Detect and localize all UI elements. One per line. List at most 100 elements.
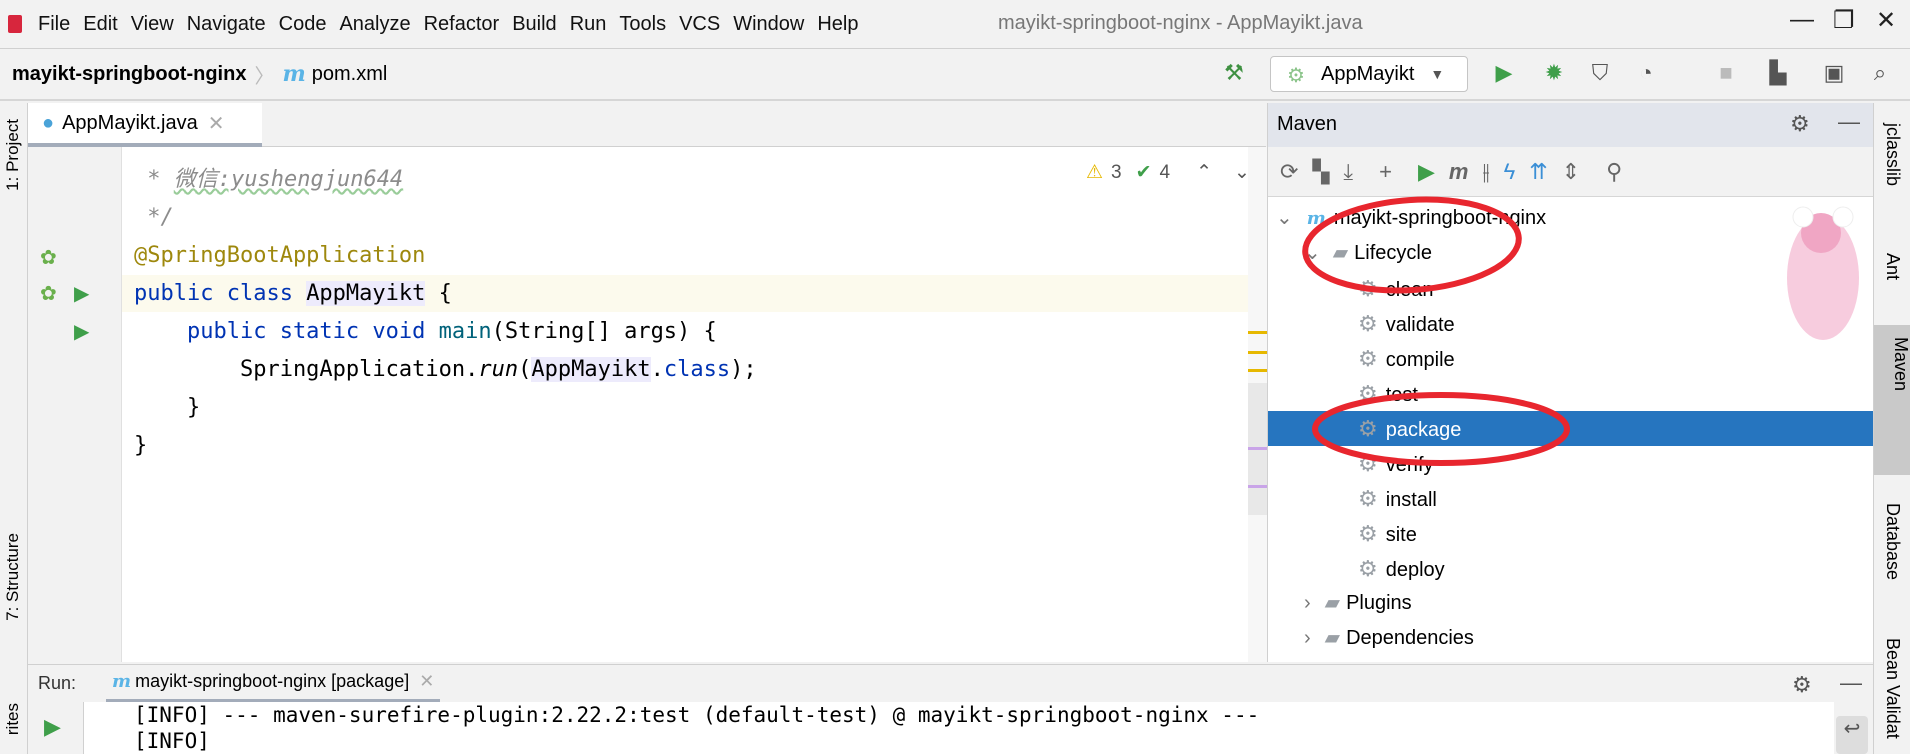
spring-bean-icon[interactable]: ✿	[40, 281, 57, 306]
tree-node-phase[interactable]: ⚙ install	[1268, 481, 1873, 516]
menu-help[interactable]: Help	[817, 13, 858, 36]
add-icon[interactable]: +	[1379, 159, 1392, 185]
maven-tool-window: Maven ⚙ — ⟳ ▚ ⤓ + ▶ m ⫲ ϟ ⇈ ⇕ ⚲ ⌄ m mayikt…	[1267, 103, 1874, 662]
database-tool-tab[interactable]: Database	[1882, 503, 1903, 580]
reload-icon[interactable]: ⟳	[1280, 159, 1298, 185]
search-icon[interactable]: ⌕	[1866, 60, 1894, 86]
menu-view[interactable]: View	[131, 13, 174, 36]
gear-icon: ⚙	[1358, 381, 1378, 406]
run-console[interactable]: [INFO] --- maven-surefire-plugin:2.22.2:…	[84, 702, 1834, 754]
phase-label: clean	[1385, 279, 1434, 301]
tree-node-plugins[interactable]: › ▰ Plugins	[1268, 586, 1873, 621]
run-tab[interactable]: m mayikt-springboot-nginx [package] ✕	[106, 665, 441, 703]
menu-window[interactable]: Window	[733, 13, 804, 36]
menu-edit[interactable]: Edit	[83, 13, 117, 36]
code-line: }	[134, 395, 201, 420]
project-tool-tab[interactable]: 1: Project	[3, 119, 23, 191]
restore-icon[interactable]: ❐	[1833, 6, 1855, 35]
breadcrumb-file[interactable]: pom.xml	[312, 63, 388, 86]
close-window-icon[interactable]: ✕	[1876, 6, 1896, 35]
warning-mark[interactable]	[1248, 351, 1267, 354]
menu-file[interactable]: File	[38, 13, 70, 36]
toggle-offline-icon[interactable]: ⫲	[1482, 159, 1489, 185]
breadcrumb-separator: 〉	[254, 65, 275, 88]
menu-tools[interactable]: Tools	[619, 13, 666, 36]
generate-sources-icon[interactable]: ▚	[1312, 159, 1329, 185]
menu-code[interactable]: Code	[279, 13, 327, 36]
warning-mark[interactable]	[1248, 331, 1267, 334]
menu-run[interactable]: Run	[570, 13, 607, 36]
run-tool-header: Run: m mayikt-springboot-nginx [package]…	[28, 664, 1873, 703]
anime-sticker-image	[1787, 206, 1859, 340]
menu-navigate[interactable]: Navigate	[187, 13, 266, 36]
jclasslib-tool-tab[interactable]: jclasslib	[1882, 123, 1903, 186]
plugins-folder-icon: ▰	[1324, 592, 1341, 614]
usage-mark[interactable]	[1248, 485, 1267, 488]
show-dependencies-icon[interactable]: ⇈	[1529, 159, 1547, 185]
rerun-icon[interactable]: ▶	[44, 714, 61, 740]
phase-label: compile	[1385, 349, 1455, 371]
run-icon[interactable]: ▶	[1490, 60, 1518, 86]
plugins-label: Plugins	[1346, 592, 1412, 614]
favorites-tool-tab[interactable]: rites	[3, 703, 23, 735]
hide-icon[interactable]: —	[1840, 670, 1862, 696]
tree-node-phase[interactable]: ⚙ deploy	[1268, 551, 1873, 586]
run-gutter-icon[interactable]: ▶	[74, 319, 89, 344]
tree-node-phase-selected[interactable]: ⚙ package	[1268, 411, 1873, 446]
code-line: public static void main(String[] args) {	[134, 319, 717, 344]
right-tool-strip: jclasslib Ant Maven Database Bean Valida…	[1873, 103, 1910, 754]
hide-icon[interactable]: —	[1838, 109, 1860, 135]
maven-tool-tab[interactable]: Maven	[1874, 325, 1910, 475]
minimize-icon[interactable]: —	[1790, 6, 1814, 34]
collapse-all-icon[interactable]: ⇕	[1562, 159, 1580, 185]
menu-analyze[interactable]: Analyze	[339, 13, 410, 36]
gear-icon[interactable]: ⚙	[1792, 672, 1812, 698]
soft-wrap-icon[interactable]: ↩	[1836, 716, 1868, 754]
chevron-right-icon: ›	[1304, 627, 1311, 649]
tab-appmayikt-java[interactable]: ● AppMayikt.java ✕	[28, 103, 262, 147]
close-tab-icon[interactable]: ✕	[419, 671, 434, 692]
run-maven-build-icon[interactable]: ▶	[1418, 159, 1435, 185]
coverage-icon[interactable]: ⛉	[1586, 60, 1614, 86]
code-editor[interactable]: * 微信:yushengjun644 */ @SpringBootApplica…	[122, 147, 1250, 662]
ant-tool-tab[interactable]: Ant	[1882, 253, 1903, 280]
run-gutter-icon[interactable]: ▶	[74, 281, 89, 306]
tree-node-dependencies[interactable]: › ▰ Dependencies	[1268, 621, 1873, 656]
build-hammer-icon[interactable]: ⚒	[1220, 60, 1248, 86]
project-structure-icon[interactable]: ▙	[1764, 60, 1792, 86]
close-tab-icon[interactable]: ✕	[208, 111, 225, 136]
tree-node-phase[interactable]: ⚙ test	[1268, 376, 1873, 411]
skip-tests-icon[interactable]: ϟ	[1504, 159, 1516, 185]
stop-icon[interactable]: ■	[1712, 60, 1740, 86]
presentation-icon[interactable]: ▣	[1820, 60, 1848, 86]
usage-mark[interactable]	[1248, 447, 1267, 450]
profiler-icon[interactable]: ◔	[1632, 60, 1660, 86]
navigation-bar: mayikt-springboot-nginx 〉 m pom.xml	[0, 49, 1910, 101]
breadcrumb-project[interactable]: mayikt-springboot-nginx	[12, 63, 246, 86]
gear-icon: ⚙	[1358, 276, 1378, 301]
tree-node-phase[interactable]: ⚙ site	[1268, 516, 1873, 551]
previous-highlight-icon[interactable]: ⌃	[1196, 161, 1212, 184]
download-icon[interactable]: ⤓	[1343, 159, 1353, 185]
spring-bean-icon[interactable]: ✿	[40, 245, 57, 270]
warning-icon: ⚠	[1086, 162, 1104, 183]
inspection-widget[interactable]: ⚠ 3 ✔ 4 ⌃ ⌄	[1086, 161, 1250, 184]
structure-tool-tab[interactable]: 7: Structure	[3, 533, 23, 621]
maven-project-icon: m	[1306, 208, 1326, 229]
dependencies-label: Dependencies	[1346, 627, 1474, 649]
gear-icon: ⚙	[1358, 556, 1378, 581]
bean-validation-tool-tab[interactable]: Bean Validat	[1882, 638, 1903, 739]
run-configuration-select[interactable]: ⚙ AppMayikt ▼	[1270, 56, 1468, 92]
settings-wrench-icon[interactable]: ⚲	[1606, 159, 1622, 185]
menu-refactor[interactable]: Refactor	[424, 13, 500, 36]
editor-gutter: ✿ ✿ ▶ ▶	[28, 147, 122, 662]
tree-node-phase[interactable]: ⚙ verify	[1268, 446, 1873, 481]
gear-icon: ⚙	[1358, 311, 1378, 336]
gear-icon[interactable]: ⚙	[1790, 111, 1810, 137]
execute-goal-icon[interactable]: m	[1449, 159, 1469, 185]
warning-mark[interactable]	[1248, 369, 1267, 372]
menu-build[interactable]: Build	[512, 13, 556, 36]
menu-vcs[interactable]: VCS	[679, 13, 720, 36]
error-stripe[interactable]	[1248, 147, 1267, 662]
debug-bug-icon[interactable]: ✹	[1540, 60, 1568, 86]
